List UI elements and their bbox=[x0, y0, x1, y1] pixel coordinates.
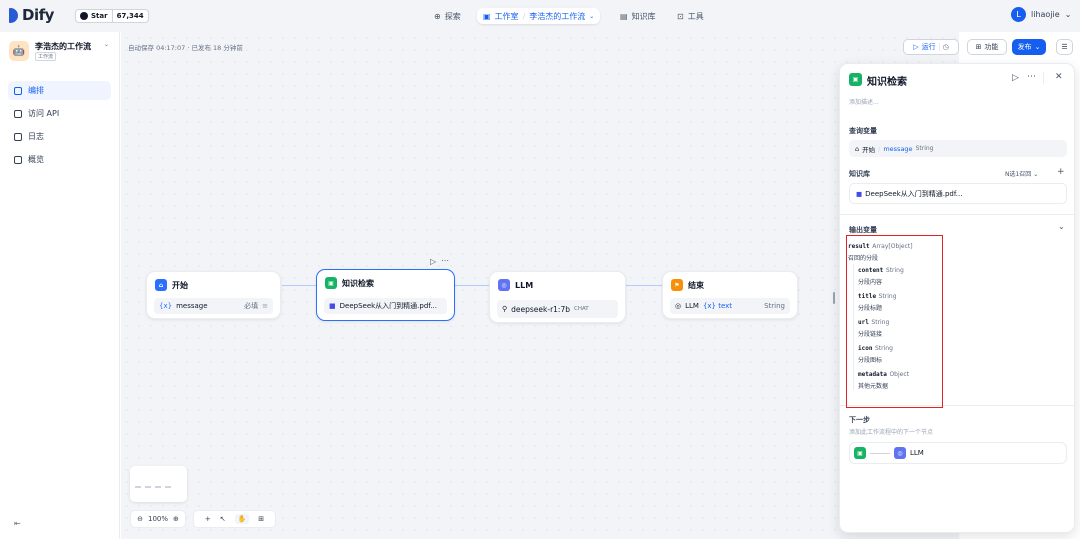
next-step-label: 下一步 bbox=[849, 416, 870, 424]
next-node-llm[interactable]: LLM bbox=[910, 449, 924, 457]
nav-explore[interactable]: ⊕ 探索 bbox=[428, 8, 467, 24]
flag-icon: ⚑ bbox=[671, 279, 683, 291]
canvas-tools: + ↖ ✋ ⊞ bbox=[193, 510, 276, 528]
folder-icon: ■ bbox=[856, 189, 863, 198]
panel-resize-handle[interactable] bbox=[833, 292, 835, 304]
run-node-icon[interactable]: ▷ bbox=[1012, 73, 1019, 83]
panel-title[interactable]: 知识检索 bbox=[867, 73, 907, 88]
node-run-icon[interactable]: ▷ bbox=[430, 257, 436, 266]
hand-icon[interactable]: ✋ bbox=[234, 514, 250, 524]
sidebar-item-overview[interactable]: 概览 bbox=[8, 150, 111, 169]
nav-studio[interactable]: ▣ 工作室 / 李浩杰的工作流 ⌄ bbox=[477, 8, 601, 24]
checklist-icon: ☰ bbox=[1061, 43, 1068, 51]
publish-button[interactable]: 发布 ⌄ bbox=[1012, 39, 1046, 55]
app-breadcrumb[interactable]: 李浩杰的工作流 bbox=[529, 11, 585, 22]
toolbox-icon: ⊡ bbox=[677, 11, 684, 21]
chevron-down-icon: ⌄ bbox=[1064, 10, 1072, 19]
close-icon[interactable]: ✕ bbox=[1055, 72, 1063, 82]
collapse-sidebar-icon[interactable]: ⇤ bbox=[14, 519, 21, 528]
zoom-control: ⊖ 100% ⊕ bbox=[130, 510, 186, 528]
chevron-down-icon[interactable]: ⌄ bbox=[1058, 222, 1065, 231]
pointer-icon[interactable]: ↖ bbox=[220, 515, 226, 523]
text-type-icon: ≡ bbox=[262, 302, 268, 310]
book-icon: ▤ bbox=[620, 11, 628, 21]
model-icon: ⚲ bbox=[502, 305, 508, 313]
brand-logo[interactable]: Dify bbox=[22, 6, 54, 24]
next-step-desc: 添加此工作流程中的下一个节点 bbox=[849, 429, 934, 436]
node-end[interactable]: ⚑ 结束 ◎ LLM {x} text String bbox=[662, 271, 798, 319]
home-icon: ⌂ bbox=[855, 144, 860, 153]
query-label: 查询变量 bbox=[849, 127, 877, 135]
features-button[interactable]: ⊞ 功能 bbox=[967, 39, 1007, 55]
grid-icon: ⊞ bbox=[975, 43, 982, 51]
avatar: L bbox=[1011, 7, 1026, 22]
run-button[interactable]: ▷ 运行 ◷ bbox=[903, 39, 959, 55]
llm-icon: ◎ bbox=[894, 447, 906, 459]
file-list-icon bbox=[14, 132, 22, 141]
more-icon[interactable]: ⋯ bbox=[1027, 72, 1036, 82]
edge-llm-end bbox=[626, 285, 662, 286]
nav-tools[interactable]: ⊡ 工具 bbox=[671, 8, 710, 24]
app-name[interactable]: 李浩杰的工作流 bbox=[35, 41, 91, 52]
add-node-icon[interactable]: + bbox=[205, 515, 211, 523]
minimap[interactable] bbox=[130, 466, 187, 502]
checklist-button[interactable]: ☰ bbox=[1056, 39, 1073, 55]
layout-icon bbox=[14, 86, 22, 95]
zoom-in-icon[interactable]: ⊕ bbox=[173, 515, 179, 523]
chevron-down-icon: ⌄ bbox=[1033, 171, 1039, 178]
chevron-down-icon: ⌄ bbox=[589, 12, 595, 20]
add-dataset-icon[interactable]: + bbox=[1057, 167, 1065, 177]
terminal-icon bbox=[14, 109, 22, 118]
home-icon: ⌂ bbox=[155, 279, 167, 291]
knowledge-icon: ▣ bbox=[854, 447, 866, 459]
zoom-out-icon[interactable]: ⊖ bbox=[137, 515, 143, 523]
node-llm[interactable]: ◎ LLM ⚲ deepseek-r1:7b CHAT bbox=[489, 271, 626, 323]
autosave-status: 自动保存 04:17:07 · 已发布 18 分钟前 bbox=[128, 44, 243, 52]
folder-icon: ■ bbox=[329, 302, 336, 310]
start-var: message bbox=[176, 302, 208, 310]
app-icon: 🤖 bbox=[9, 41, 29, 61]
node-more-icon[interactable]: ⋯ bbox=[441, 256, 449, 265]
play-icon: ▷ bbox=[913, 43, 919, 51]
llm-source-icon: ◎ bbox=[675, 302, 682, 310]
knowledge-icon: ▣ bbox=[849, 73, 862, 86]
compass-icon: ⊕ bbox=[434, 11, 441, 21]
edge-start-kr bbox=[282, 285, 316, 286]
github-star-count: 67,344 bbox=[116, 12, 144, 20]
github-icon bbox=[80, 12, 88, 20]
kb-label: 知识库 bbox=[849, 170, 870, 178]
user-menu[interactable]: Llihaojie ⌄ bbox=[1011, 7, 1071, 22]
dashboard-icon bbox=[14, 155, 22, 164]
zoom-level[interactable]: 100% bbox=[148, 515, 168, 523]
chevron-down-icon: ⌄ bbox=[1034, 43, 1041, 51]
description-input[interactable]: 添加描述... bbox=[849, 97, 879, 106]
organize-icon[interactable]: ⊞ bbox=[258, 515, 264, 523]
highlight-box bbox=[846, 235, 943, 408]
query-variable-selector[interactable]: ⌂ 开始 / message String bbox=[849, 140, 1067, 157]
next-step-flow: ▣ ◎ LLM bbox=[849, 442, 1067, 464]
output-label: 输出变量 bbox=[849, 226, 877, 234]
app-type-tag: 工作流 bbox=[35, 52, 57, 61]
nav-knowledge[interactable]: ▤ 知识库 bbox=[614, 8, 662, 24]
dataset-item[interactable]: ■ DeepSeek从入门到精通.pdf... bbox=[849, 183, 1067, 204]
retrieval-setting[interactable]: N选1召回 ⌄ bbox=[1005, 169, 1038, 178]
sidebar-item-api[interactable]: 访问 API bbox=[8, 104, 111, 123]
history-icon[interactable]: ◷ bbox=[938, 43, 949, 51]
edge-kr-llm bbox=[455, 285, 489, 286]
node-start[interactable]: ⌂ 开始 {x} message 必填 ≡ bbox=[146, 271, 281, 319]
chevron-down-icon[interactable]: ⌄ bbox=[104, 41, 109, 48]
github-star-button[interactable]: Star 67,344 bbox=[75, 9, 149, 23]
llm-icon: ◎ bbox=[498, 279, 510, 291]
studio-icon: ▣ bbox=[483, 11, 491, 21]
node-knowledge-retrieval[interactable]: ▣ 知识检索 ■ DeepSeek从入门到精通.pdf... bbox=[316, 269, 455, 321]
knowledge-icon: ▣ bbox=[325, 277, 337, 289]
sidebar-item-orchestrate[interactable]: 编排 bbox=[8, 81, 111, 100]
sidebar-item-logs[interactable]: 日志 bbox=[8, 127, 111, 146]
